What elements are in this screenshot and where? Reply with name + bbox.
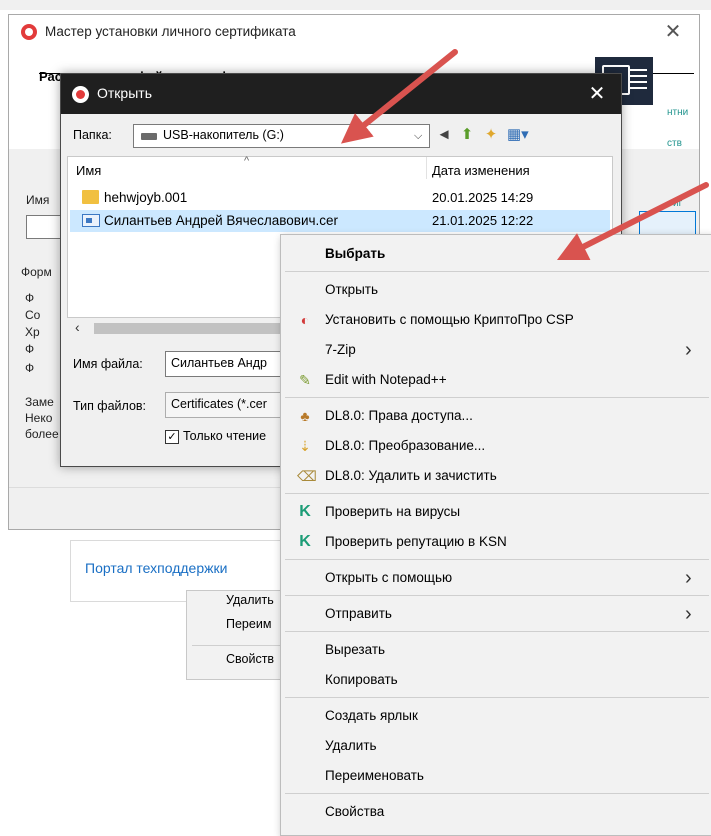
annotation-arrows: [340, 49, 709, 261]
arrow-to-folder: [340, 49, 458, 144]
arrow-to-select: [556, 182, 709, 261]
